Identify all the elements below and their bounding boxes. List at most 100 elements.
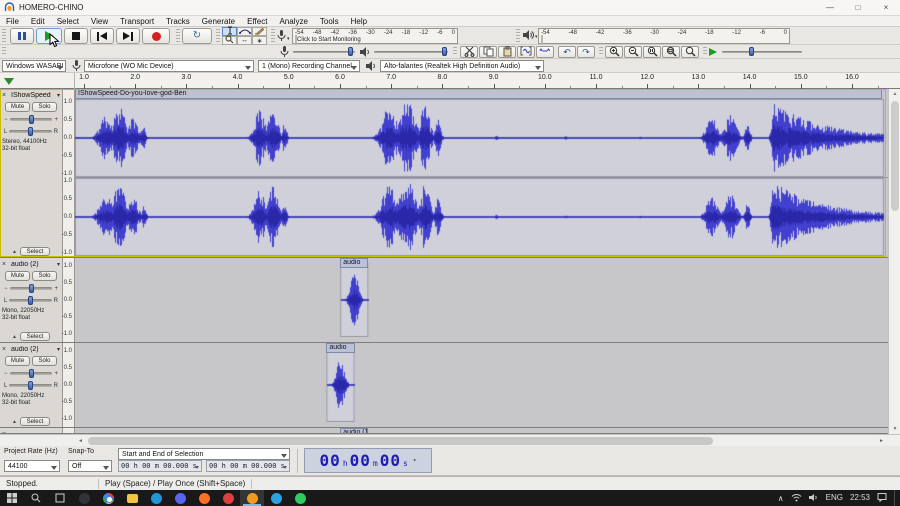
pan-slider[interactable]: L R: [4, 127, 58, 136]
track-2-control-panel[interactable]: × audio (2) ▾ Mute Solo − + L R Mono, 22…: [0, 258, 63, 342]
track-3-waveform-area[interactable]: audio: [75, 343, 888, 427]
toolbar-grip[interactable]: [216, 29, 220, 42]
audio-host-select[interactable]: Windows WASAPI: [2, 60, 66, 72]
track-2-waveform[interactable]: [75, 263, 888, 337]
taskbar-app-app-red[interactable]: [216, 490, 240, 506]
clip-title[interactable]: audio: [326, 343, 355, 353]
track-menu-caret-icon[interactable]: ▾: [57, 346, 60, 353]
gain-thumb[interactable]: [28, 284, 34, 293]
timeshift-tool-button[interactable]: ↔: [237, 36, 252, 45]
maximize-button[interactable]: □: [844, 0, 872, 15]
taskbar-app-discord[interactable]: [168, 490, 192, 506]
action-center-icon[interactable]: [877, 492, 887, 504]
playback-volume-thumb[interactable]: [442, 47, 448, 56]
copy-button[interactable]: [479, 46, 497, 58]
taskbar-search-icon[interactable]: [24, 490, 48, 506]
play-at-speed-button[interactable]: [709, 48, 717, 56]
taskbar-app-firefox[interactable]: [192, 490, 216, 506]
taskbar-app-app-blue[interactable]: [144, 490, 168, 506]
redo-button[interactable]: ↷: [577, 46, 595, 58]
envelope-tool-button[interactable]: [237, 27, 252, 36]
solo-button[interactable]: Solo: [32, 271, 57, 281]
track-1-control-panel[interactable]: × IShowSpeed ▾ Mute Solo − + L R Stereo,…: [0, 89, 63, 257]
taskbar-app-file-explorer[interactable]: [120, 490, 144, 506]
zoom-in-button[interactable]: [605, 46, 623, 58]
pan-thumb[interactable]: [28, 296, 34, 305]
fit-project-button[interactable]: [662, 46, 680, 58]
record-meter-mic-icon[interactable]: ▾: [277, 30, 290, 42]
scroll-down-icon[interactable]: ▼: [889, 424, 900, 434]
menu-item-view[interactable]: View: [85, 16, 114, 27]
menu-item-tracks[interactable]: Tracks: [160, 16, 196, 27]
cut-button[interactable]: [460, 46, 478, 58]
clip-title[interactable]: IShowSpeed-Do-you-love-god-Ben: [75, 89, 882, 99]
menu-item-transport[interactable]: Transport: [114, 16, 160, 27]
playback-device-select[interactable]: Alto-falantes (Realtek High Definition A…: [380, 60, 544, 72]
toolbar-grip[interactable]: [599, 47, 603, 56]
menu-item-generate[interactable]: Generate: [196, 16, 241, 27]
multi-tool-button[interactable]: ∗: [252, 36, 267, 45]
track-2-name[interactable]: audio (2): [11, 261, 55, 268]
pan-slider[interactable]: L R: [4, 381, 58, 390]
track-1-left-channel-waveform[interactable]: [75, 99, 888, 177]
taskbar-app-chrome[interactable]: [96, 490, 120, 506]
vertical-scrollbar[interactable]: ▲ ▼: [888, 89, 900, 434]
track-1-name[interactable]: IShowSpeed: [11, 92, 55, 99]
solo-button[interactable]: Solo: [32, 102, 57, 112]
audio-position-display[interactable]: 00 h 00 m 00 s ▾: [304, 448, 432, 473]
toolbar-grip[interactable]: [703, 47, 707, 56]
draw-tool-button[interactable]: [252, 27, 267, 36]
scroll-left-icon[interactable]: ◄: [75, 436, 86, 446]
playback-volume-slider[interactable]: [374, 47, 448, 56]
scroll-right-icon[interactable]: ►: [876, 436, 887, 446]
track-menu-caret-icon[interactable]: ▾: [57, 92, 60, 99]
playback-meter[interactable]: -54 -48 -42 -36 -30 -24 -18 -12 -6 0: [538, 28, 790, 54]
silence-audio-button[interactable]: [536, 46, 554, 58]
select-button[interactable]: Select: [19, 417, 50, 426]
track-1-waveform-area[interactable]: IShowSpeed-Do-you-love-god-Ben: [75, 89, 888, 257]
toolbar-grip[interactable]: [2, 47, 6, 56]
loop-button[interactable]: ↻: [182, 28, 212, 44]
snap-to-select[interactable]: Off: [68, 460, 112, 472]
trim-audio-button[interactable]: [517, 46, 535, 58]
selection-end-field[interactable]: 00 h 00 m 00.000 s: [206, 460, 290, 472]
toolbar-grip[interactable]: [2, 29, 6, 42]
taskbar-app-app-dark[interactable]: [72, 490, 96, 506]
horizontal-scroll-thumb[interactable]: [88, 437, 713, 445]
clip-title[interactable]: audio: [340, 258, 369, 268]
track-2-waveform-area[interactable]: audio: [75, 258, 888, 342]
language-indicator[interactable]: ENG: [826, 490, 843, 506]
vertical-scroll-thumb[interactable]: [891, 101, 899, 211]
menu-item-tools[interactable]: Tools: [314, 16, 345, 27]
timeline-options-button[interactable]: [4, 78, 14, 85]
mute-button[interactable]: Mute: [5, 356, 30, 366]
track-close-icon[interactable]: ×: [2, 261, 9, 269]
solo-button[interactable]: Solo: [32, 356, 57, 366]
zoom-tool-button[interactable]: [222, 35, 237, 45]
playback-meter-speaker-icon[interactable]: ▾: [523, 30, 538, 40]
paste-button[interactable]: [498, 45, 516, 58]
recording-volume-thumb[interactable]: [347, 47, 353, 56]
volume-icon[interactable]: [808, 493, 819, 504]
horizontal-scrollbar[interactable]: ◄ ►: [0, 434, 900, 446]
select-button[interactable]: Select: [19, 247, 50, 256]
selection-mode-select[interactable]: Start and End of Selection: [118, 448, 290, 460]
network-icon[interactable]: [791, 493, 802, 504]
menu-item-analyze[interactable]: Analyze: [273, 16, 313, 27]
clip-title[interactable]: audio (1): [340, 428, 369, 433]
record-button[interactable]: [142, 28, 170, 44]
titlebar[interactable]: HOMERO-CHINO — □ ×: [0, 0, 900, 16]
recording-channels-select[interactable]: 1 (Mono) Recording Channel: [258, 60, 360, 72]
track-1-right-channel-waveform[interactable]: [75, 178, 888, 256]
toolbar-grip[interactable]: [176, 29, 180, 42]
play-speed-thumb[interactable]: [749, 47, 755, 56]
toolbar-grip[interactable]: [453, 47, 457, 56]
pause-button[interactable]: [10, 28, 34, 44]
menu-item-select[interactable]: Select: [51, 16, 85, 27]
gain-thumb[interactable]: [28, 115, 34, 124]
scroll-up-icon[interactable]: ▲: [889, 89, 900, 99]
mute-button[interactable]: Mute: [5, 271, 30, 281]
taskbar-app-telegram[interactable]: [264, 490, 288, 506]
track-3-waveform[interactable]: [75, 348, 888, 422]
recording-meter[interactable]: -54 -48 -42 -36 -30 -24 -18 -12 -6 0 Click to Sta…: [292, 28, 458, 54]
